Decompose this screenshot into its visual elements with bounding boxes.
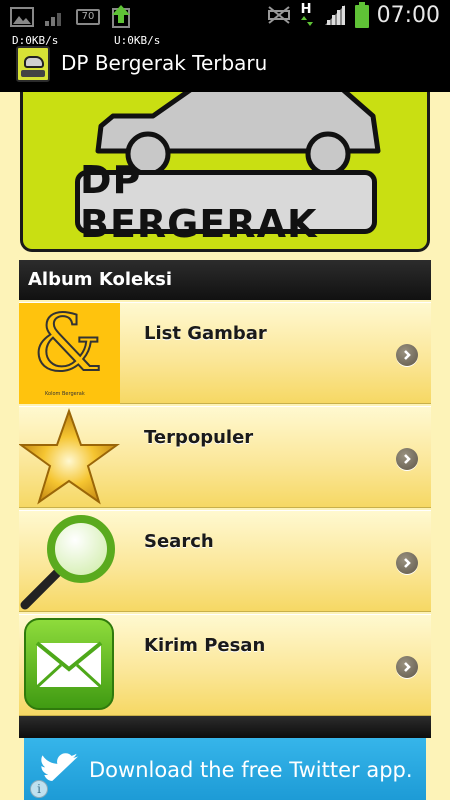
app-title: DP Bergerak Terbaru (61, 51, 268, 75)
data-arrows-icon: H (299, 2, 315, 28)
banner-title: DP BERGERAK (80, 158, 318, 246)
chevron-right-icon (396, 656, 418, 678)
status-bar: 70 H 07:00 (0, 0, 450, 32)
banner-image: DP BERGERAK (20, 92, 430, 252)
section-title: Album Koleksi (28, 269, 173, 290)
banner-plate: DP BERGERAK (75, 158, 377, 246)
chevron-right-icon (396, 552, 418, 574)
image-notification-icon (10, 7, 34, 27)
menu-item-search[interactable]: Search (19, 510, 431, 612)
chevron-right-icon (396, 344, 418, 366)
ampersand-icon: & Kolom Bergerak (19, 303, 120, 404)
app-car-icon[interactable] (16, 46, 50, 82)
upload-speed: U:0KB/s (114, 34, 161, 47)
section-header: Album Koleksi (19, 260, 431, 300)
main-content[interactable]: DP BERGERAK Album Koleksi & Kolom Berger… (0, 92, 450, 800)
app-bar: D:0KB/s U:0KB/s DP Bergerak Terbaru (0, 32, 450, 92)
menu-item-label: Terpopuler (144, 427, 254, 448)
mute-icon (267, 6, 290, 24)
battery-notification-icon: 70 (76, 9, 100, 25)
signal-weak-icon (45, 13, 61, 26)
ad-text: Download the free Twitter app. (89, 758, 413, 782)
magnifier-icon (19, 511, 120, 612)
battery-charging-icon (354, 2, 369, 28)
gold-star-icon (19, 407, 120, 508)
list-footer-bar (19, 716, 431, 738)
signal-strength-icon (324, 5, 345, 25)
notification-icons: 70 (10, 5, 132, 29)
thumb-caption: Kolom Bergerak (45, 391, 85, 397)
upload-icon (112, 5, 130, 28)
menu-item-label: Search (144, 531, 214, 552)
info-icon[interactable]: i (30, 780, 48, 798)
envelope-icon (19, 615, 120, 716)
network-type-label: H (300, 2, 312, 17)
clock: 07:00 (376, 2, 440, 28)
menu-item-list-gambar[interactable]: & Kolom Bergerak List Gambar (19, 302, 431, 404)
menu-item-label: Kirim Pesan (144, 635, 266, 656)
menu-item-label: List Gambar (144, 323, 267, 344)
twitter-ad-banner[interactable]: Download the free Twitter app. (24, 738, 426, 800)
twitter-bird-icon (41, 753, 79, 781)
menu-item-kirim-pesan[interactable]: Kirim Pesan (19, 614, 431, 716)
menu-item-terpopuler[interactable]: Terpopuler (19, 406, 431, 508)
chevron-right-icon (396, 448, 418, 470)
